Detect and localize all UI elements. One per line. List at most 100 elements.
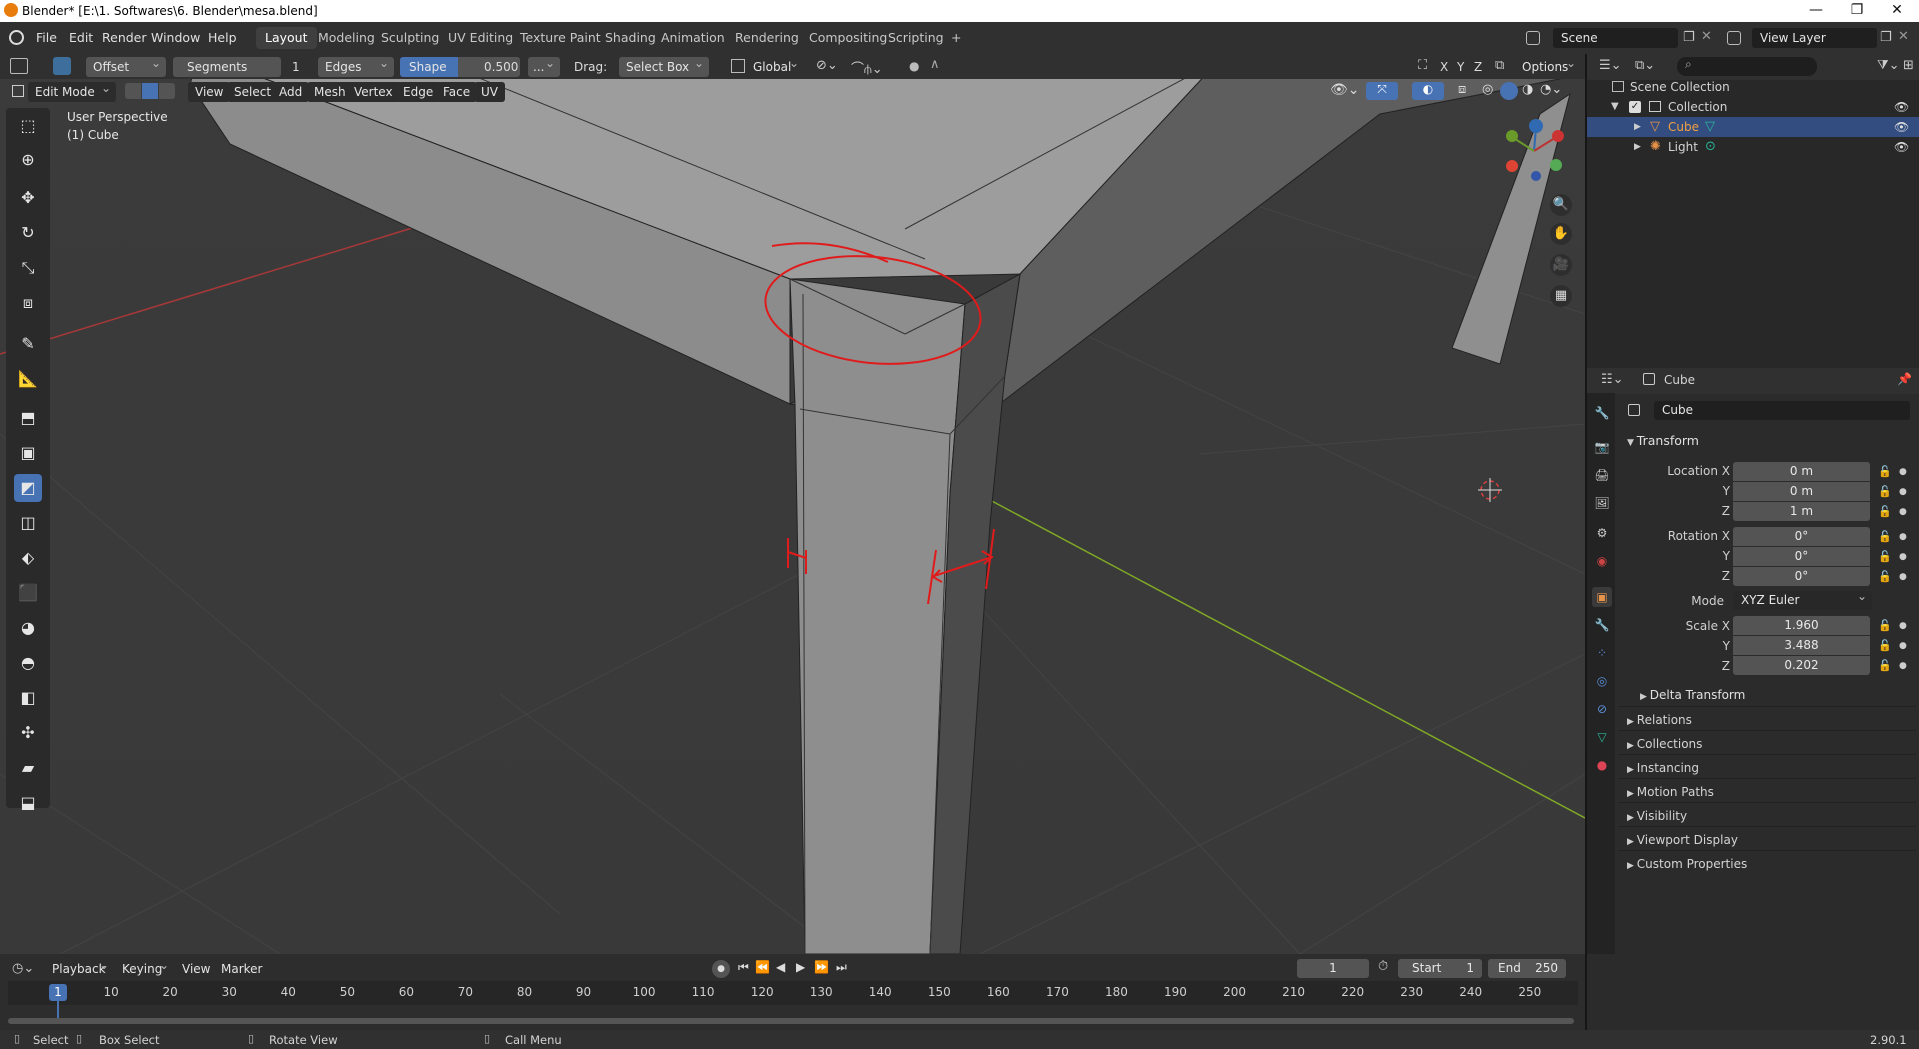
view-layer-tab-icon[interactable]: 🖼: [1592, 493, 1612, 513]
shrink-fatten-tool-icon[interactable]: ✣: [14, 719, 42, 747]
section-viewport-display[interactable]: ▶ Viewport Display: [1618, 826, 1916, 850]
location-x-field[interactable]: 0 m: [1733, 462, 1870, 481]
tab-animation[interactable]: Animation: [652, 27, 734, 49]
rendered-shading-icon[interactable]: ◔⌄: [1540, 82, 1562, 97]
scene-tab-icon[interactable]: ⚙: [1592, 523, 1612, 543]
lock-column-icon[interactable]: 🔓 🔓 🔓: [1878, 462, 1892, 522]
edge-select-icon[interactable]: [142, 83, 158, 99]
section-motion-paths[interactable]: ▶ Motion Paths: [1618, 778, 1916, 802]
outliner-row-cube[interactable]: ▶ ▽ Cube ▽ 👁: [1587, 117, 1919, 137]
poly-build-tool-icon[interactable]: ⬛: [14, 579, 42, 607]
menu-uv[interactable]: UV: [474, 82, 505, 102]
segments-label[interactable]: Segments: [173, 57, 281, 77]
auto-merge-icon[interactable]: ⧉: [1495, 58, 1504, 73]
scale-tool-icon[interactable]: ⤡: [14, 254, 42, 282]
checkbox-icon[interactable]: ✓: [1629, 101, 1641, 113]
jump-start-icon[interactable]: ⏮: [738, 960, 749, 975]
shape-value[interactable]: 0.500: [484, 57, 518, 77]
snap-icon[interactable]: ⌒⫛⌄: [851, 58, 883, 77]
section-instancing[interactable]: ▶ Instancing: [1618, 754, 1916, 778]
rotate-tool-icon[interactable]: ↻: [14, 219, 42, 247]
tab-texture-paint[interactable]: Texture Paint: [511, 27, 610, 49]
rip-region-tool-icon[interactable]: ⬓: [14, 789, 42, 817]
measure-tool-icon[interactable]: 📐: [14, 365, 42, 393]
section-relations[interactable]: ▶ Relations: [1618, 706, 1916, 730]
keyframe-column-icon[interactable]: ● ● ●: [1899, 462, 1907, 522]
rotation-x-field[interactable]: 0°: [1733, 527, 1870, 546]
physics-tab-icon[interactable]: ◎: [1592, 671, 1612, 691]
menu-edge[interactable]: Edge: [396, 82, 441, 102]
select-box-tool-icon[interactable]: ⬚: [14, 112, 42, 140]
loop-cut-tool-icon[interactable]: ◫: [14, 509, 42, 537]
new-scene-icon[interactable]: ❐: [1683, 30, 1695, 45]
object-name-field[interactable]: Cube: [1654, 401, 1910, 420]
playback-menu[interactable]: Playback: [44, 955, 114, 979]
minimize-button[interactable]: —: [1796, 0, 1836, 22]
render-tab-icon[interactable]: 📷: [1592, 437, 1612, 457]
menu-add[interactable]: Add: [272, 82, 310, 102]
keyframe-column-icon[interactable]: ● ● ●: [1899, 616, 1907, 676]
zoom-icon[interactable]: 🔍: [1550, 194, 1572, 216]
move-tool-icon[interactable]: ✥: [14, 184, 42, 212]
lock-column-icon[interactable]: 🔓 🔓 🔓: [1878, 616, 1892, 676]
data-tab-icon[interactable]: ▽: [1592, 727, 1612, 747]
timeline-view-menu[interactable]: View: [175, 959, 218, 979]
record-button-icon[interactable]: ●: [712, 960, 730, 978]
delete-view-layer-icon[interactable]: ✕: [1898, 29, 1909, 44]
navigation-gizmo[interactable]: [1498, 116, 1566, 186]
world-tab-icon[interactable]: ◉: [1592, 551, 1612, 571]
section-collections[interactable]: ▶ Collections: [1618, 730, 1916, 754]
overlay-toggle-icon[interactable]: ◐: [1412, 82, 1444, 100]
mirror-z-toggle[interactable]: Z: [1474, 57, 1482, 77]
scale-z-field[interactable]: 0.202: [1733, 656, 1870, 675]
editor-type-icon[interactable]: [10, 58, 28, 74]
rotation-y-field[interactable]: 0°: [1733, 547, 1870, 566]
rotation-mode-dropdown[interactable]: XYZ Euler: [1733, 587, 1872, 610]
current-frame-field[interactable]: 1: [1297, 959, 1369, 978]
edges-dropdown[interactable]: Edges: [318, 53, 394, 77]
bevel-affect-dropdown[interactable]: Offset: [86, 53, 166, 77]
shape-slider-fill[interactable]: Shape: [400, 57, 458, 77]
menu-vertex[interactable]: Vertex: [347, 82, 400, 102]
section-visibility[interactable]: ▶ Visibility: [1618, 802, 1916, 826]
annotate-tool-icon[interactable]: ✎: [14, 330, 42, 358]
3d-viewport[interactable]: [0, 54, 1585, 954]
transform-tool-icon[interactable]: ⧈: [14, 289, 42, 317]
preview-range-icon[interactable]: ⏱: [1378, 959, 1388, 974]
eye-icon[interactable]: 👁: [1894, 117, 1909, 137]
ortho-grid-icon[interactable]: ▦: [1550, 285, 1572, 307]
keyframe-column-icon[interactable]: ● ● ●: [1899, 527, 1907, 587]
menu-edit[interactable]: Edit: [69, 30, 93, 45]
spin-tool-icon[interactable]: ◕: [14, 614, 42, 642]
tab-layout[interactable]: Layout: [256, 27, 317, 49]
play-reverse-icon[interactable]: ◀: [776, 960, 785, 974]
mirror-y-toggle[interactable]: Y: [1457, 57, 1464, 77]
timeline-ruler[interactable]: 1 10 20 30 40 50 60 70 80 90 100 110 120 130 140 150 16…: [8, 981, 1578, 1023]
output-tab-icon[interactable]: 🖨: [1592, 465, 1612, 485]
gizmo-toggle-icon[interactable]: ⤧: [1366, 82, 1398, 100]
drag-dropdown[interactable]: Select Box: [619, 53, 709, 77]
bevel-tool-icon[interactable]: ◩: [14, 474, 42, 502]
shear-tool-icon[interactable]: ▰: [14, 754, 42, 782]
end-frame-field[interactable]: End 250: [1488, 959, 1566, 978]
visibility-toggle-icon[interactable]: 👁⌄: [1330, 82, 1360, 98]
display-mode-icon[interactable]: ⧉⌄: [1635, 58, 1655, 73]
delta-transform-subpanel[interactable]: ▶ Delta Transform: [1640, 688, 1745, 702]
delete-scene-icon[interactable]: ✕: [1701, 29, 1712, 44]
prev-keyframe-icon[interactable]: ⏪: [755, 960, 770, 974]
modifier-tab-icon[interactable]: 🔧: [1592, 615, 1612, 635]
menu-view[interactable]: View: [188, 82, 231, 102]
falloff-icon[interactable]: ∧: [930, 57, 940, 72]
pivot-icon[interactable]: ⊘⌄: [816, 58, 838, 73]
rotation-z-field[interactable]: 0°: [1733, 567, 1870, 586]
scene-field[interactable]: Scene: [1553, 28, 1678, 48]
material-shading-icon[interactable]: ◑: [1522, 82, 1533, 97]
wireframe-shading-icon[interactable]: ◎: [1482, 82, 1493, 97]
edge-slide-tool-icon[interactable]: ◧: [14, 684, 42, 712]
add-workspace-button[interactable]: +: [942, 27, 970, 49]
jump-end-icon[interactable]: ⏭: [836, 960, 847, 975]
filter-icon[interactable]: ⧩⌄: [1877, 58, 1900, 73]
start-frame-field[interactable]: Start 1: [1398, 959, 1482, 978]
segments-value[interactable]: 1: [292, 57, 300, 77]
menu-face[interactable]: Face: [436, 82, 478, 102]
